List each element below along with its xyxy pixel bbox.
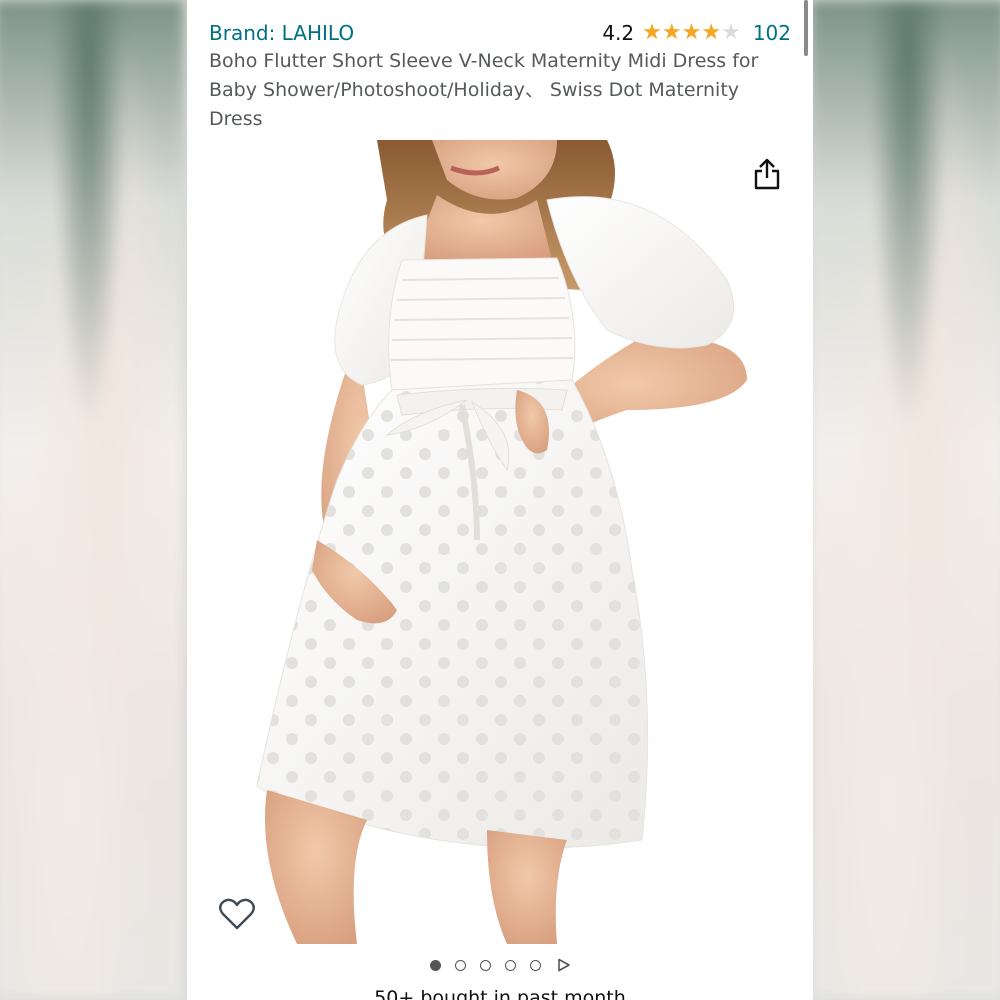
product-title: Boho Flutter Short Sleeve V-Neck Materni…	[209, 50, 759, 130]
bought-in-past-month: 50+ bought in past month	[374, 987, 626, 1000]
share-button[interactable]	[745, 152, 789, 196]
favorite-button[interactable]	[213, 892, 261, 936]
pagination-dot-active[interactable]	[429, 959, 441, 971]
product-image[interactable]	[187, 140, 813, 944]
review-count-link[interactable]: 102	[753, 21, 791, 45]
product-image-gallery[interactable]	[187, 140, 813, 944]
pagination-dot[interactable]	[479, 959, 491, 971]
star-icon: ★	[661, 20, 682, 45]
star-empty-icon: ★	[721, 20, 741, 45]
star-rating: ★ ★ ★ ★ ★	[642, 22, 741, 44]
scrollbar[interactable]	[804, 0, 808, 56]
star-icon: ★	[642, 20, 662, 45]
pagination-dot[interactable]	[454, 959, 466, 971]
pagination-dot[interactable]	[504, 959, 516, 971]
product-header: Brand: LAHILO 4.2 ★ ★ ★ ★ ★ 102	[209, 18, 791, 48]
video-play-icon[interactable]	[557, 958, 571, 972]
product-detail-page: Brand: LAHILO 4.2 ★ ★ ★ ★ ★ 102 Boho Flu…	[187, 0, 813, 1000]
rating-summary[interactable]: 4.2 ★ ★ ★ ★ ★ 102	[602, 21, 791, 45]
star-icon: ★	[681, 20, 702, 45]
star-icon: ★	[701, 20, 722, 45]
rating-value: 4.2	[602, 21, 635, 45]
pagination-dot[interactable]	[529, 959, 541, 971]
share-icon	[754, 158, 780, 190]
blurred-backdrop-right	[810, 0, 1000, 1000]
heart-outline-icon	[219, 898, 255, 930]
blurred-backdrop-left	[0, 0, 184, 1000]
gallery-pagination	[187, 955, 813, 975]
brand-link[interactable]: Brand: LAHILO	[209, 21, 354, 45]
